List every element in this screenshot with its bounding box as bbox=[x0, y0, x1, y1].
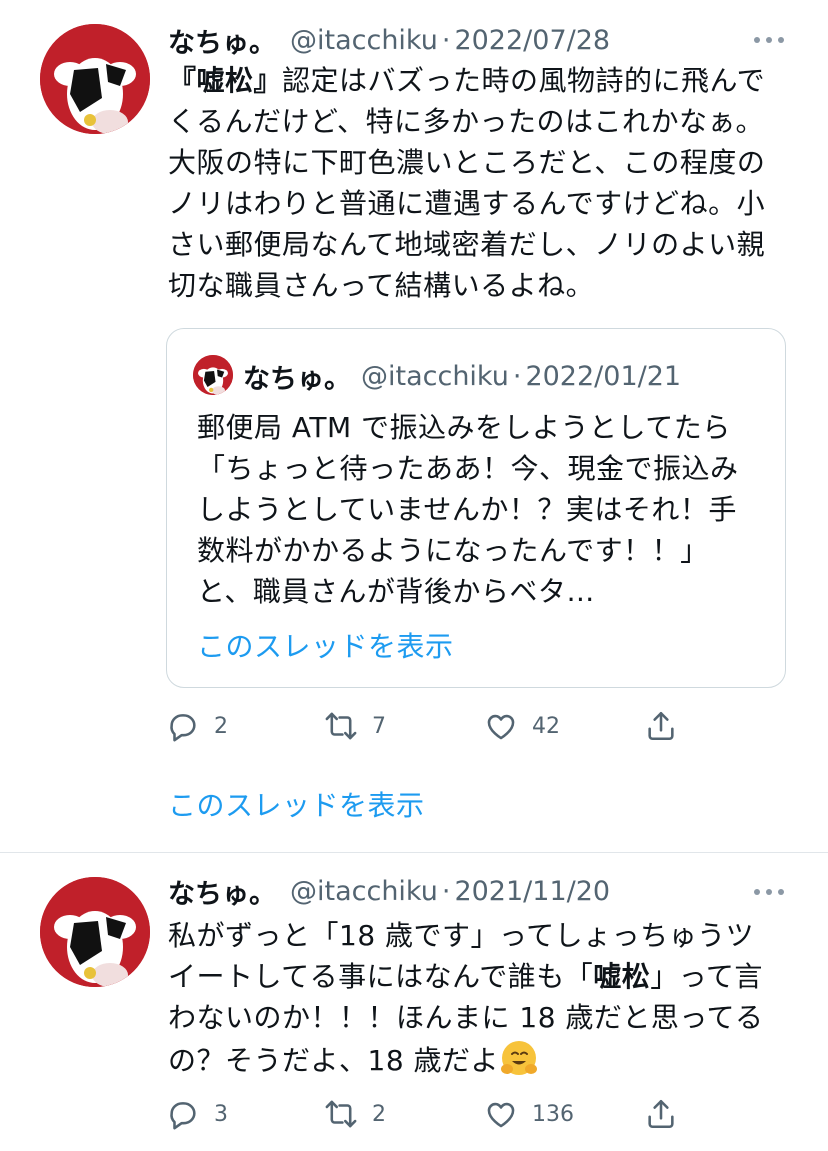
more-icon[interactable] bbox=[754, 888, 784, 896]
quoted-tweet[interactable]: なちゅ。 @itacchiku · 2022/01/21 郵便局 ATM で振込… bbox=[166, 328, 786, 688]
display-name: なちゅ。 bbox=[243, 363, 351, 395]
avatar[interactable] bbox=[40, 877, 150, 987]
retweet-button[interactable]: 7 bbox=[324, 706, 386, 746]
share-icon bbox=[648, 711, 674, 741]
separator-dot: · bbox=[512, 360, 522, 392]
more-icon[interactable] bbox=[754, 36, 784, 44]
user-handle[interactable]: @itacchiku bbox=[290, 25, 438, 56]
hugging-face-emoji bbox=[501, 1041, 538, 1075]
reply-count: 3 bbox=[214, 1101, 228, 1127]
retweet-icon bbox=[325, 1100, 357, 1128]
like-button[interactable]: 136 bbox=[484, 1094, 574, 1134]
retweet-button[interactable]: 2 bbox=[324, 1094, 386, 1134]
user-handle: @itacchiku bbox=[361, 360, 509, 392]
retweet-count: 2 bbox=[372, 1101, 386, 1127]
tweet-actions: 2 7 42 bbox=[166, 706, 686, 746]
share-icon bbox=[648, 1099, 674, 1129]
user-handle[interactable]: @itacchiku bbox=[290, 876, 438, 907]
show-thread-link[interactable]: このスレッドを表示 bbox=[197, 625, 454, 665]
tweet-text-rest: 認定はバズった時の風物詩的に飛んでくるんだけど、特に多かったのはこれかなぁ。大阪… bbox=[168, 64, 766, 302]
tweet[interactable]: なちゅ。 @itacchiku · 2021/11/20 私がずっと「18 歳で… bbox=[0, 853, 828, 1151]
avatar[interactable] bbox=[40, 24, 150, 134]
tweet-date[interactable]: 2021/11/20 bbox=[454, 876, 610, 907]
tweet[interactable]: なちゅ。 @itacchiku · 2022/07/28 『嘘松』認定はバズった… bbox=[0, 0, 828, 852]
quoted-tweet-text: 郵便局 ATM で振込みをしようとしてたら「ちょっと待ったああ！今、現金で振込み… bbox=[197, 411, 739, 608]
retweet-icon bbox=[325, 712, 357, 740]
reply-count: 2 bbox=[214, 713, 228, 739]
like-button[interactable]: 42 bbox=[484, 706, 560, 746]
share-button[interactable] bbox=[644, 1094, 692, 1134]
like-icon bbox=[487, 714, 515, 740]
bold-text: 『嘘松』 bbox=[168, 64, 283, 97]
tweet-text: 私がずっと「18 歳です」ってしょっちゅうツイートしてる事にはなんで誰も「嘘松」… bbox=[168, 915, 772, 1081]
separator-dot: · bbox=[441, 875, 451, 907]
like-count: 136 bbox=[532, 1101, 574, 1127]
like-icon bbox=[487, 1102, 515, 1128]
display-name[interactable]: なちゅ。 bbox=[168, 21, 276, 60]
reply-button[interactable]: 3 bbox=[166, 1094, 228, 1134]
tweet-text: 『嘘松』認定はバズった時の風物詩的に飛んでくるんだけど、特に多かったのはこれかな… bbox=[168, 60, 772, 306]
like-count: 42 bbox=[532, 713, 560, 739]
show-thread-link[interactable]: このスレッドを表示 bbox=[168, 784, 425, 824]
retweet-count: 7 bbox=[372, 713, 386, 739]
separator-dot: · bbox=[441, 24, 451, 56]
bold-text: 嘘松 bbox=[593, 960, 651, 993]
tweet-header: なちゅ。 @itacchiku · 2021/11/20 bbox=[168, 871, 610, 911]
tweet-date[interactable]: 2022/07/28 bbox=[454, 25, 610, 56]
tweet-date: 2022/01/21 bbox=[525, 360, 682, 392]
share-button[interactable] bbox=[644, 706, 692, 746]
reply-button[interactable]: 2 bbox=[166, 706, 228, 746]
tweet-actions: 3 2 136 bbox=[166, 1094, 686, 1134]
reply-icon bbox=[170, 714, 196, 742]
tweet-header: なちゅ。 @itacchiku · 2022/07/28 bbox=[168, 20, 610, 60]
quoted-tweet-header: なちゅ。 @itacchiku · 2022/01/21 bbox=[243, 357, 681, 395]
avatar bbox=[193, 355, 233, 395]
display-name[interactable]: なちゅ。 bbox=[168, 872, 276, 911]
reply-icon bbox=[170, 1102, 196, 1130]
